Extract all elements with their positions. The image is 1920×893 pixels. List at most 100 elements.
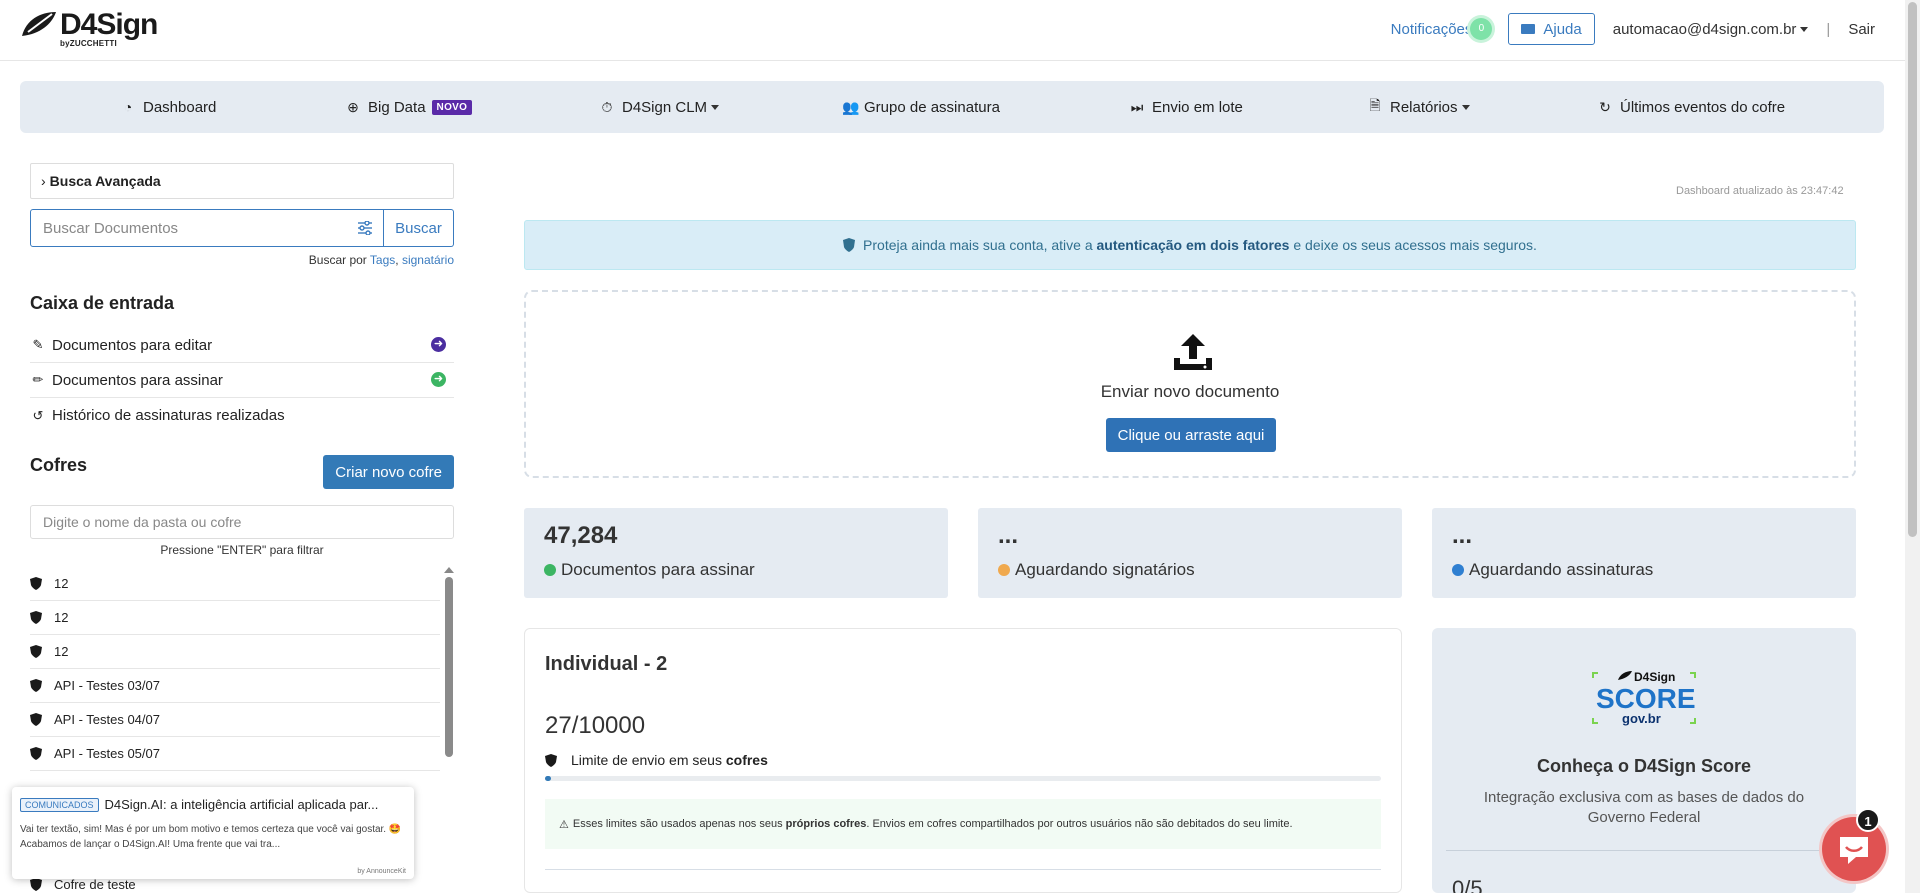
globe-icon: ⊕ — [347, 98, 359, 115]
inbox-item-sign[interactable]: ✏ Documentos para assinar ➜ — [30, 363, 454, 398]
sidebar: › Busca Avançada Buscar Documentos Busca… — [30, 163, 454, 893]
caret-down-icon — [1800, 26, 1809, 32]
score-logo-gov: gov.br — [1622, 711, 1661, 726]
alert-text-prefix: Proteja ainda mais sua conta, ative a — [863, 237, 1093, 253]
upload-icon — [1174, 334, 1212, 370]
shield-icon — [843, 238, 856, 252]
user-email: automacao@d4sign.com.br — [1612, 20, 1797, 38]
shield-icon — [30, 747, 42, 760]
score-description: Integração exclusiva com as bases de dad… — [1483, 789, 1805, 826]
arrow-right-circle-icon: ➜ — [431, 372, 446, 387]
nav-signature-group-label: Grupo de assinatura — [864, 98, 1000, 116]
score-card[interactable]: D4Sign SCORE gov.br Conheça o D4Sign Sco… — [1432, 628, 1856, 893]
status-dot — [998, 564, 1010, 576]
search-hint-separator: , — [395, 253, 399, 267]
nav-dashboard[interactable]: ◔ Dashboard — [121, 81, 217, 133]
vault-list-scrollbar[interactable] — [444, 567, 454, 767]
search-hint-tags-link[interactable]: Tags — [370, 253, 395, 267]
search-placeholder: Buscar Documentos — [43, 219, 179, 237]
logo-subtitle: byZUCCHETTI — [60, 39, 117, 48]
search-hint-signer-link[interactable]: signatário — [402, 253, 454, 267]
notifications-label: Notificações — [1390, 20, 1473, 38]
page-scrollbar[interactable] — [1905, 0, 1920, 893]
logo[interactable]: D4Sign byZUCCHETTI — [18, 8, 158, 50]
chat-unread-badge: 1 — [1856, 808, 1880, 832]
shield-icon — [30, 877, 42, 891]
vault-name: 12 — [54, 610, 69, 625]
stat-label-text: Aguardando assinaturas — [1469, 560, 1654, 579]
nav-batch-send[interactable]: ⏭ Envio em lote — [1130, 81, 1243, 133]
vault-name: 12 — [54, 576, 69, 591]
nav-vault-events-label: Últimos eventos do cofre — [1620, 98, 1786, 116]
stat-value: 47,284 — [544, 522, 618, 549]
stat-awaiting-signers[interactable]: ... Aguardando signatários — [978, 508, 1402, 598]
envelope-icon — [1521, 24, 1536, 34]
announcement-popup[interactable]: COMUNICADOS D4Sign.AI: a inteligência ar… — [12, 787, 414, 879]
search-input[interactable]: Buscar Documentos — [30, 209, 384, 247]
inbox-item-label: Histórico de assinaturas realizadas — [52, 407, 285, 424]
page-scroll-thumb[interactable] — [1908, 2, 1917, 537]
vaults-title: Cofres — [30, 455, 88, 475]
shield-icon — [545, 753, 557, 767]
arrow-right-circle-icon: ➜ — [431, 337, 446, 352]
vault-item[interactable]: API - Testes 04/07 — [30, 703, 440, 737]
logo-text: D4Sign — [60, 8, 158, 41]
vault-item[interactable]: 12 — [30, 635, 440, 669]
nav-vault-events[interactable]: ↻ Últimos eventos do cofre — [1598, 81, 1785, 133]
stat-awaiting-signatures[interactable]: ... Aguardando assinaturas — [1432, 508, 1856, 598]
upload-button[interactable]: Clique ou arraste aqui — [1106, 418, 1276, 452]
two-factor-link[interactable]: autenticação em dois fatores — [1097, 237, 1290, 253]
warning-icon: ⚠ — [559, 818, 569, 831]
vault-item[interactable]: API - Testes 03/07 — [30, 669, 440, 703]
user-menu[interactable]: automacao@d4sign.com.br — [1613, 21, 1809, 38]
vaults-header: Cofres Criar novo cofre — [30, 455, 454, 489]
stat-label: Documentos para assinar — [544, 560, 928, 580]
nav-reports[interactable]: 🗎 Relatórios — [1368, 81, 1470, 133]
vault-item[interactable]: API - Testes 05/07 — [30, 737, 440, 771]
stopwatch-icon: ⏱ — [601, 98, 613, 115]
shield-icon — [30, 645, 42, 658]
help-label: Ajuda — [1543, 20, 1582, 38]
two-factor-alert: Proteja ainda mais sua conta, ative a au… — [524, 220, 1856, 270]
plan-usage-progress — [545, 776, 1381, 781]
nav-clm[interactable]: ⏱ D4Sign CLM — [600, 81, 720, 133]
vault-item[interactable]: 12 — [30, 601, 440, 635]
logo-sub-prefix: by — [60, 39, 70, 48]
stat-value: ... — [998, 522, 1019, 549]
stat-label-text: Aguardando signatários — [1015, 560, 1195, 579]
scroll-thumb[interactable] — [445, 577, 453, 757]
inbox-item-history[interactable]: ↺ Histórico de assinaturas realizadas — [30, 398, 454, 433]
plan-divider — [545, 869, 1381, 870]
warning-suffix: . Envios em cofres compartilhados por ou… — [866, 818, 1293, 830]
score-logo-brand: D4Sign — [1634, 670, 1675, 684]
folder-filter-input[interactable]: Digite o nome da pasta ou cofre — [30, 505, 454, 539]
inbox-list: ✎ Documentos para editar ➜ ✏ Documentos … — [30, 328, 454, 433]
vault-item[interactable]: 12 — [30, 567, 440, 601]
stat-value: ... — [1452, 522, 1473, 549]
nav-signature-group[interactable]: 👥 Grupo de assinatura — [842, 81, 1000, 133]
caret-down-icon — [711, 104, 720, 110]
stat-label: Aguardando signatários — [998, 560, 1382, 580]
announcement-body: Vai ter textão, sim! Mas é por um bom mo… — [20, 824, 402, 850]
stat-docs-to-sign[interactable]: 47,284 Documentos para assinar — [524, 508, 948, 598]
score-logo-word: SCORE — [1596, 683, 1696, 714]
upload-dropzone[interactable]: Enviar novo documento Clique ou arraste … — [524, 290, 1856, 478]
plan-limit-bold: cofres — [725, 752, 768, 768]
score-divider — [1446, 850, 1842, 851]
logo-sub-brand: ZUCCHETTI — [69, 39, 117, 48]
search-hint: Buscar por Tags, signatário — [30, 253, 454, 267]
plan-title: Individual - 2 — [545, 653, 668, 675]
filter-sliders-icon[interactable] — [357, 221, 373, 235]
notifications-link[interactable]: Notificações 0 — [1391, 18, 1493, 40]
plan-usage-count: 27/10000 — [545, 712, 646, 739]
shield-icon — [30, 679, 42, 692]
scroll-up-arrow-icon[interactable] — [444, 567, 454, 573]
advanced-search-toggle[interactable]: › Busca Avançada — [30, 163, 454, 199]
pencil-icon: ✏ — [32, 372, 44, 387]
logout-link[interactable]: Sair — [1848, 21, 1875, 38]
nav-big-data[interactable]: ⊕ Big Data NOVO — [346, 81, 473, 133]
create-vault-button[interactable]: Criar novo cofre — [323, 455, 454, 489]
help-button[interactable]: Ajuda — [1508, 13, 1595, 45]
inbox-item-edit[interactable]: ✎ Documentos para editar ➜ — [30, 328, 454, 363]
search-button[interactable]: Buscar — [384, 209, 454, 247]
